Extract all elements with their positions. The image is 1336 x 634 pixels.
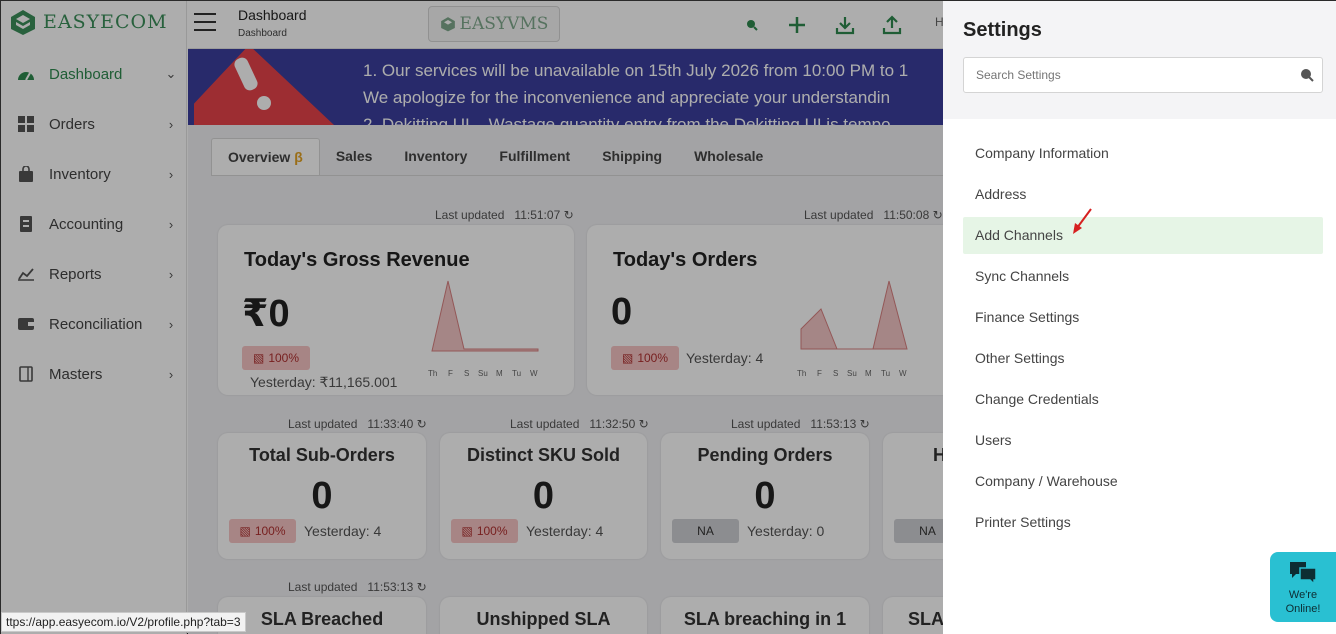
- settings-item-company-warehouse[interactable]: Company / Warehouse: [963, 463, 1323, 500]
- settings-menu: Company Information Address Add Channels…: [963, 135, 1323, 545]
- settings-item-sync-channels[interactable]: Sync Channels: [963, 258, 1323, 295]
- settings-panel: Settings Company Information Address Add…: [943, 1, 1336, 634]
- settings-item-printer-settings[interactable]: Printer Settings: [963, 504, 1323, 541]
- settings-item-finance-settings[interactable]: Finance Settings: [963, 299, 1323, 336]
- modal-backdrop[interactable]: [1, 1, 943, 634]
- chat-line: Online!: [1285, 603, 1321, 615]
- status-bar-url: ttps://app.easyecom.io/V2/profile.php?ta…: [1, 612, 246, 632]
- settings-item-other-settings[interactable]: Other Settings: [963, 340, 1323, 377]
- settings-item-add-channels[interactable]: Add Channels: [963, 217, 1323, 254]
- settings-item-change-credentials[interactable]: Change Credentials: [963, 381, 1323, 418]
- chat-line: We're: [1288, 589, 1318, 601]
- settings-item-users[interactable]: Users: [963, 422, 1323, 459]
- settings-header: Settings: [943, 1, 1336, 119]
- settings-title: Settings: [963, 19, 1042, 41]
- chat-bubbles-icon: [1290, 562, 1317, 586]
- settings-search-input[interactable]: [963, 57, 1323, 93]
- chat-status-text: We're Online!: [1286, 588, 1321, 616]
- settings-item-address[interactable]: Address: [963, 176, 1323, 213]
- annotation-arrow-icon: [1073, 208, 1092, 234]
- settings-item-company-information[interactable]: Company Information: [963, 135, 1323, 172]
- live-chat-widget[interactable]: We're Online!: [1270, 552, 1336, 622]
- search-icon[interactable]: [1299, 67, 1315, 83]
